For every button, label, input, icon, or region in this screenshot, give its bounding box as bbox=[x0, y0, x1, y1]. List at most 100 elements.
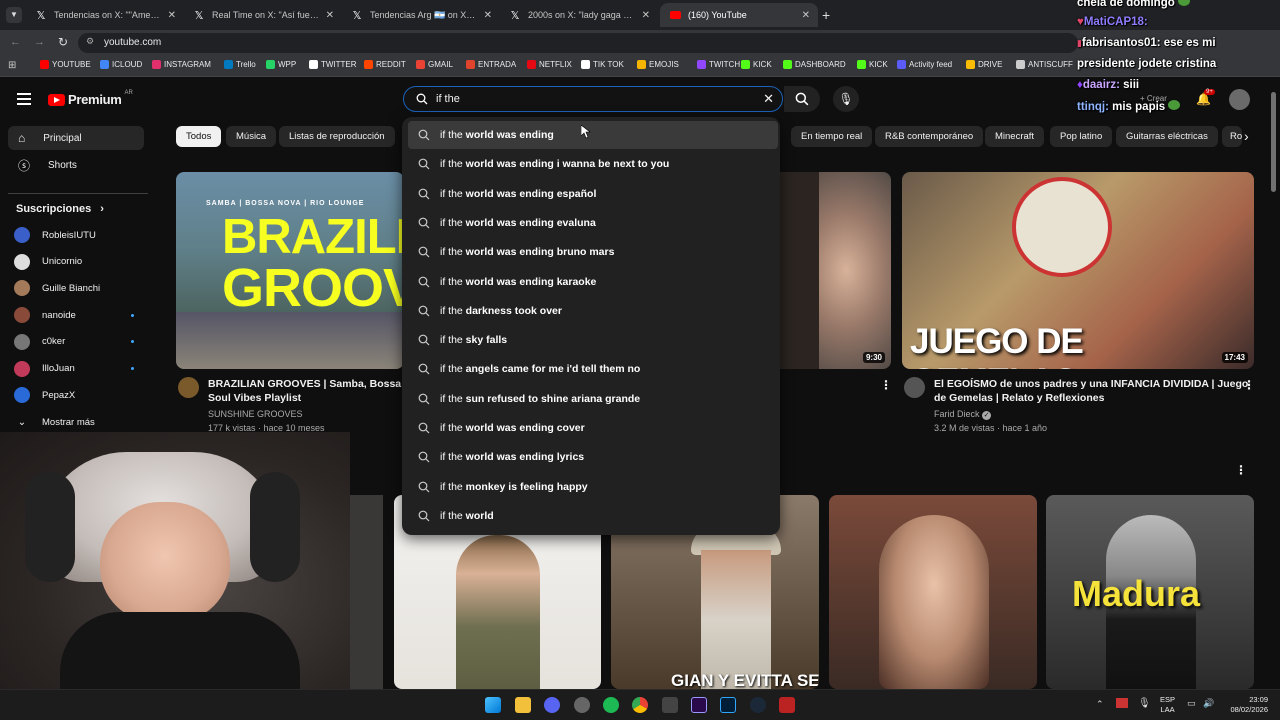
tab-search-icon[interactable]: ▼ bbox=[6, 7, 22, 23]
volume-icon[interactable]: 🔊 bbox=[1203, 698, 1214, 709]
obs-icon[interactable] bbox=[574, 697, 590, 713]
youtube-logo[interactable]: Premium AR bbox=[48, 90, 133, 107]
discord-icon[interactable] bbox=[544, 697, 560, 713]
voice-search-button[interactable]: 🎙 bbox=[833, 86, 859, 112]
video-thumbnail[interactable]: Madura bbox=[1046, 495, 1254, 689]
tab-real-time[interactable]: 𝕏 Real Time on X: "Así fue el show ✕ bbox=[184, 3, 342, 27]
photoshop-icon[interactable] bbox=[720, 697, 736, 713]
premiere-pro-icon[interactable] bbox=[691, 697, 707, 713]
app-icon[interactable] bbox=[662, 697, 678, 713]
app-icon[interactable] bbox=[779, 697, 795, 713]
more-options-icon[interactable]: ⋮ bbox=[1243, 378, 1255, 392]
reload-icon[interactable]: ↻ bbox=[58, 35, 68, 49]
clock[interactable]: 23:09 08/02/2026 bbox=[1224, 695, 1268, 715]
sidebar-subscription-item[interactable]: IlloJuan bbox=[14, 359, 144, 379]
close-tab-icon[interactable]: ✕ bbox=[802, 10, 810, 21]
url-field[interactable]: ⚙ youtube.com bbox=[78, 33, 1078, 53]
search-suggestion[interactable]: if the world was ending karaoke bbox=[402, 268, 780, 296]
sidebar-subscription-item[interactable]: c0ker bbox=[14, 332, 144, 352]
chips-next-icon[interactable]: › bbox=[1244, 128, 1249, 144]
tray-chevron-icon[interactable]: ⌃ bbox=[1096, 699, 1104, 710]
filter-chip[interactable]: R&B contemporáneo bbox=[875, 126, 984, 147]
apps-grid-icon[interactable]: ⊞ bbox=[8, 60, 16, 71]
menu-icon[interactable] bbox=[17, 93, 31, 105]
sidebar-subscription-item[interactable]: Unicornio bbox=[14, 252, 144, 272]
tab-2000s[interactable]: 𝕏 2000s on X: "lady gaga perform ✕ bbox=[500, 3, 658, 27]
video-title[interactable]: Soul Vibes Playlist bbox=[208, 391, 301, 405]
search-suggestion[interactable]: if the world bbox=[402, 502, 780, 530]
bookmark-item[interactable]: ICLOUD bbox=[100, 60, 142, 69]
filter-chip[interactable]: Ro bbox=[1222, 126, 1242, 147]
sidebar-subscription-item[interactable]: Guille Bianchi bbox=[14, 278, 144, 298]
filter-chip[interactable]: Pop latino bbox=[1050, 126, 1113, 147]
bookmark-item[interactable]: DRIVE bbox=[966, 60, 1002, 69]
search-suggestion[interactable]: if the darkness took over bbox=[402, 297, 780, 325]
sidebar-subscription-item[interactable]: PepazX bbox=[14, 385, 144, 405]
close-tab-icon[interactable]: ✕ bbox=[484, 10, 492, 21]
channel-name-row[interactable]: Farid Dieck ✓ bbox=[934, 407, 992, 421]
bookmark-item[interactable]: TWITCH bbox=[697, 60, 740, 69]
bookmark-item[interactable]: KICK bbox=[857, 60, 888, 69]
bookmark-item[interactable]: GMAIL bbox=[416, 60, 453, 69]
search-suggestion[interactable]: if the monkey is feeling happy bbox=[402, 473, 780, 501]
bookmark-item[interactable]: YOUTUBE bbox=[40, 60, 91, 69]
back-icon[interactable]: ← bbox=[10, 36, 21, 48]
search-suggestion[interactable]: if the world was ending cover bbox=[402, 414, 780, 442]
filter-chip[interactable]: Todos bbox=[176, 126, 222, 147]
search-suggestion[interactable]: if the world was ending evaluna bbox=[402, 209, 780, 237]
video-title[interactable]: El EGOÍSMO de unos padres y una INFANCIA… bbox=[934, 377, 1248, 391]
search-suggestion[interactable]: if the world was ending español bbox=[402, 180, 780, 208]
file-explorer-icon[interactable] bbox=[515, 697, 531, 713]
bookmark-item[interactable]: EMOJIS bbox=[637, 60, 679, 69]
bookmark-item[interactable]: INSTAGRAM bbox=[152, 60, 211, 69]
clear-search-icon[interactable]: ✕ bbox=[763, 91, 774, 107]
bookmark-item[interactable]: ENTRADA bbox=[466, 60, 516, 69]
search-suggestion[interactable]: if the sky falls bbox=[402, 326, 780, 354]
spotify-icon[interactable] bbox=[603, 697, 619, 713]
new-tab-icon[interactable]: + bbox=[822, 7, 830, 23]
shelf-options-icon[interactable]: ⋮ bbox=[1235, 463, 1247, 477]
bookmark-item[interactable]: Trello bbox=[224, 60, 256, 69]
tray-app-icon[interactable] bbox=[1116, 698, 1128, 708]
search-input[interactable]: if the ✕ bbox=[403, 86, 783, 112]
sidebar-subscription-item[interactable]: nanoide bbox=[14, 305, 144, 325]
steam-icon[interactable] bbox=[750, 697, 766, 713]
search-button[interactable] bbox=[784, 86, 820, 112]
filter-chip[interactable]: Guitarras eléctricas bbox=[1116, 126, 1218, 147]
tab-tendencias-arg[interactable]: 𝕏 Tendencias Arg 🇦🇷 on X: ""GTA ✕ bbox=[342, 3, 500, 27]
video-title[interactable]: de Gemelas | Relato y Reflexiones bbox=[934, 391, 1104, 405]
search-suggestion[interactable]: if the world was ending lyrics bbox=[402, 443, 780, 471]
windows-start-icon[interactable] bbox=[485, 697, 501, 713]
bookmark-item[interactable]: DASHBOARD bbox=[783, 60, 846, 69]
filter-chip[interactable]: Música bbox=[226, 126, 277, 147]
subscriptions-heading[interactable]: Suscripciones › bbox=[16, 203, 104, 215]
language-indicator[interactable]: ESP LAA bbox=[1160, 695, 1175, 715]
search-suggestion[interactable]: if the world was ending bbox=[408, 121, 778, 149]
bookmark-item[interactable]: NETFLIX bbox=[527, 60, 572, 69]
bookmark-item[interactable]: TIK TOK bbox=[581, 60, 624, 69]
search-suggestion[interactable]: if the angels came for me i'd tell them … bbox=[402, 355, 780, 383]
search-suggestion[interactable]: if the world was ending i wanna be next … bbox=[402, 150, 780, 178]
close-tab-icon[interactable]: ✕ bbox=[168, 10, 176, 21]
close-tab-icon[interactable]: ✕ bbox=[642, 10, 650, 21]
forward-icon[interactable]: → bbox=[34, 36, 45, 48]
bookmark-item[interactable]: REDDIT bbox=[364, 60, 406, 69]
channel-avatar[interactable] bbox=[904, 377, 925, 398]
filter-chip[interactable]: Listas de reproducción bbox=[279, 126, 395, 147]
tab-youtube[interactable]: (160) YouTube ✕ bbox=[660, 3, 818, 27]
video-thumbnail[interactable] bbox=[829, 495, 1037, 689]
video-thumbnail[interactable]: JUEGO DE GEMELAS 17:43 bbox=[902, 172, 1254, 369]
search-suggestion[interactable]: if the world was ending bruno mars bbox=[402, 238, 780, 266]
microphone-tray-icon[interactable]: 🎙 bbox=[1138, 698, 1151, 709]
page-scrollbar[interactable] bbox=[1271, 92, 1276, 192]
bookmark-item[interactable]: ANTISCUFF bbox=[1016, 60, 1073, 69]
sidebar-item-principal[interactable]: ⌂ Principal bbox=[8, 126, 144, 150]
filter-chip[interactable]: Minecraft bbox=[985, 126, 1045, 147]
video-thumbnail[interactable] bbox=[350, 495, 383, 689]
sidebar-subscription-item[interactable]: RobleisIUTU bbox=[14, 225, 144, 245]
chrome-icon[interactable] bbox=[632, 697, 648, 713]
network-icon[interactable]: ▭ bbox=[1187, 698, 1196, 709]
channel-name[interactable]: SUNSHINE GROOVES bbox=[208, 407, 303, 421]
bookmark-item[interactable]: TWITTER bbox=[309, 60, 357, 69]
bookmark-item[interactable]: WPP bbox=[266, 60, 296, 69]
